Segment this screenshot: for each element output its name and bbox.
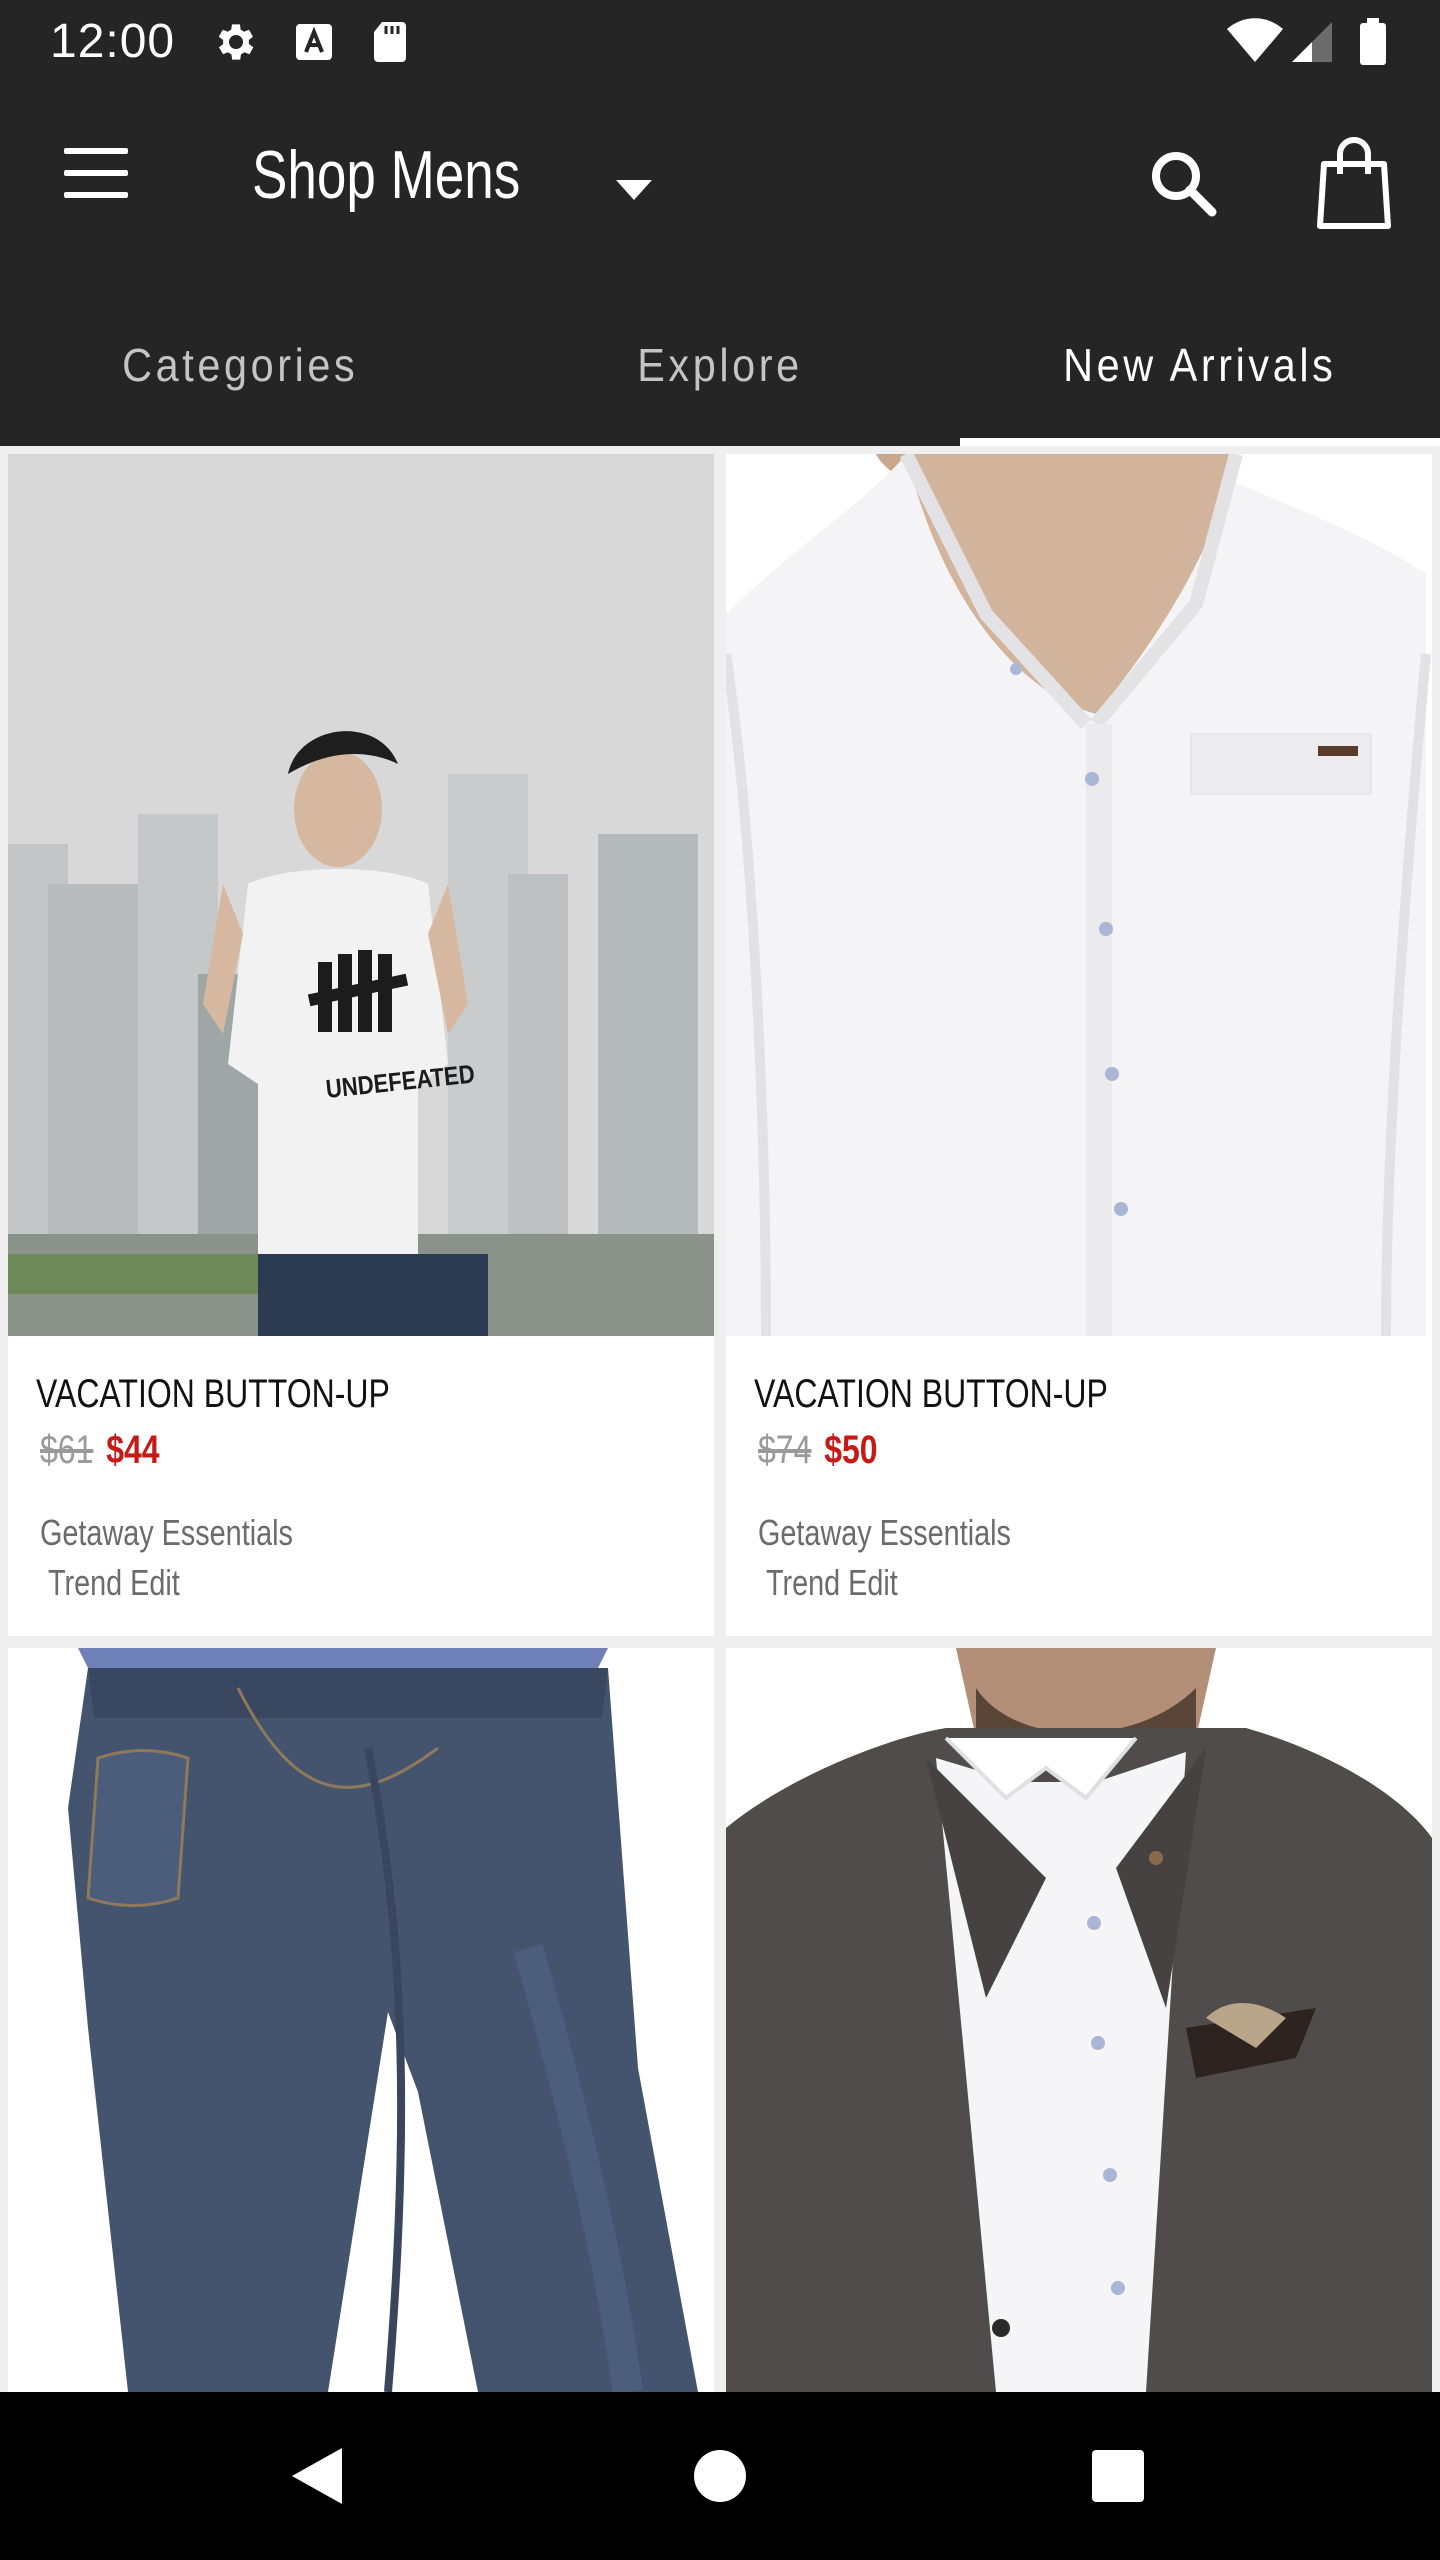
- product-card[interactable]: VACATION BUTTON-UP $74 $50 Getaway Essent…: [726, 454, 1432, 1636]
- status-time: 12:00: [50, 15, 176, 68]
- tab-indicator: [960, 438, 1440, 446]
- tab-explore[interactable]: Explore: [480, 284, 960, 446]
- battery-icon: [1358, 18, 1388, 66]
- text-a-icon: [292, 18, 336, 66]
- app-bar: Shop Mens: [0, 84, 1440, 284]
- collection-tag: Getaway Essentials: [40, 1512, 293, 1553]
- settings-icon: [212, 18, 260, 66]
- price-row: $74 $50: [758, 1428, 878, 1473]
- product-name: VACATION BUTTON-UP: [754, 1372, 1108, 1416]
- sale-price: $44: [106, 1428, 160, 1472]
- tab-categories[interactable]: Categories: [0, 284, 480, 446]
- product-image[interactable]: UNDEFEATED: [8, 454, 714, 1336]
- collection-tag: Trend Edit: [48, 1562, 180, 1603]
- hamburger-menu-icon[interactable]: [56, 148, 136, 208]
- collection-tag: Getaway Essentials: [758, 1512, 1011, 1553]
- tab-label: New Arrivals: [1063, 339, 1337, 391]
- product-name: VACATION BUTTON-UP: [36, 1372, 390, 1416]
- back-icon[interactable]: [278, 2436, 358, 2516]
- tab-bar: Categories Explore New Arrivals: [0, 284, 1440, 446]
- tab-label: Explore: [637, 339, 803, 391]
- product-image[interactable]: [8, 1648, 714, 2392]
- product-image[interactable]: [726, 1648, 1432, 2392]
- system-nav-bar: [0, 2392, 1440, 2560]
- signal-icon: [1290, 18, 1336, 66]
- product-info: VACATION BUTTON-UP $74 $50 Getaway Essent…: [726, 1336, 1432, 1636]
- original-price: $61: [40, 1428, 94, 1472]
- price-row: $61 $44: [40, 1428, 160, 1473]
- sale-price: $50: [824, 1428, 878, 1472]
- product-info: VACATION BUTTON-UP $61 $44 Getaway Essent…: [8, 1336, 714, 1636]
- product-grid: UNDEFEATED VACATION BUTTON-UP $61 $44 Get…: [0, 446, 1440, 2392]
- recents-icon[interactable]: [1078, 2436, 1158, 2516]
- sd-card-icon: [370, 18, 410, 66]
- home-icon[interactable]: [680, 2436, 760, 2516]
- product-card[interactable]: UNDEFEATED VACATION BUTTON-UP $61 $44 Get…: [8, 454, 714, 1636]
- page-title[interactable]: Shop Mens: [252, 136, 520, 214]
- tab-new-arrivals[interactable]: New Arrivals: [960, 284, 1440, 446]
- product-image[interactable]: [726, 454, 1432, 1336]
- search-icon[interactable]: [1144, 144, 1224, 224]
- wifi-icon: [1226, 18, 1284, 66]
- collection-tag: Trend Edit: [766, 1562, 898, 1603]
- product-card[interactable]: [8, 1648, 714, 2392]
- status-bar: 12:00: [0, 0, 1440, 84]
- shopping-bag-icon[interactable]: [1314, 134, 1394, 234]
- original-price: $74: [758, 1428, 812, 1472]
- caret-down-icon[interactable]: [604, 172, 664, 212]
- product-card[interactable]: [726, 1648, 1432, 2392]
- tab-label: Categories: [121, 339, 359, 391]
